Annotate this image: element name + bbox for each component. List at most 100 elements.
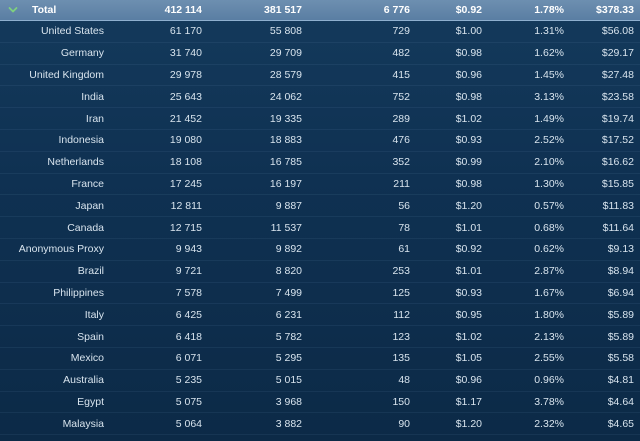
value-cell-col3: 729 <box>308 20 416 43</box>
table-row[interactable]: United Kingdom 29 978 28 579 415 $0.96 1.45% $… <box>0 64 640 87</box>
value-cell-col6: $5.89 <box>570 303 640 327</box>
value-cell-col3: 150 <box>308 391 416 414</box>
value-cell-col2: 5 782 <box>208 325 308 348</box>
table-row[interactable]: Malaysia 5 064 3 882 90 $1.20 2.32% $4.65 <box>0 412 640 436</box>
value-cell-col4: $1.00 <box>416 20 488 43</box>
value-cell-col2: 3 882 <box>208 412 308 436</box>
value-cell-col2: 16 197 <box>208 173 308 196</box>
value-cell-col1: 7 578 <box>108 282 208 305</box>
value-cell-col1: 29 978 <box>108 64 208 87</box>
country-name-cell: Canada <box>0 216 108 239</box>
value-cell-col5: 1.19% <box>488 434 570 441</box>
value-cell-col1: 31 740 <box>108 42 208 65</box>
value-cell-col2: 24 062 <box>208 85 308 109</box>
table-row[interactable]: Indonesia 19 080 18 883 476 $0.93 2.52% $17.52 <box>0 129 640 152</box>
value-cell-col4: $0.96 <box>416 369 488 392</box>
value-cell-col6: $56.08 <box>570 20 640 43</box>
value-cell-col4: $0.92 <box>416 238 488 261</box>
value-cell-col2: 3 968 <box>208 391 308 414</box>
value-cell-col3: 78 <box>308 216 416 239</box>
value-cell-col6: $27.48 <box>570 64 640 87</box>
value-cell-col6: $6.94 <box>570 282 640 305</box>
value-cell-col5: 1.45% <box>488 64 570 87</box>
table-row[interactable]: Singapore4 7704 38152$1.001.19%$4.39 <box>0 434 640 441</box>
value-cell-col2: 29 709 <box>208 42 308 65</box>
value-cell-col5: 1.67% <box>488 282 570 305</box>
chevron-down-icon[interactable] <box>8 5 18 15</box>
value-cell-col1: 6 425 <box>108 303 208 327</box>
total-col6: $378.33 <box>570 0 640 21</box>
total-col1: 412 114 <box>108 0 208 21</box>
value-cell-col4: $1.17 <box>416 391 488 414</box>
value-cell-col1: 5 064 <box>108 412 208 436</box>
value-cell-col5: 2.52% <box>488 129 570 152</box>
country-name-cell: Anonymous Proxy <box>0 238 108 261</box>
value-cell-col6: $29.17 <box>570 42 640 65</box>
country-name-cell: Mexico <box>0 347 108 370</box>
value-cell-col2: 19 335 <box>208 107 308 130</box>
total-label-cell[interactable]: Total <box>0 0 108 21</box>
value-cell-col1: 5 235 <box>108 369 208 392</box>
value-cell-col5: 2.13% <box>488 325 570 348</box>
table-row[interactable]: France 17 245 16 197 211 $0.98 1.30% $15.85 <box>0 173 640 196</box>
value-cell-col3: 289 <box>308 107 416 130</box>
table-row[interactable]: Anonymous Proxy 9 943 9 892 61 $0.92 0.62% $9.… <box>0 238 640 261</box>
country-name-cell: Singapore <box>0 434 108 441</box>
value-cell-col1: 19 080 <box>108 129 208 152</box>
table-row[interactable]: Spain 6 418 5 782 123 $1.02 2.13% $5.89 <box>0 325 640 348</box>
value-cell-col4: $1.00 <box>416 434 488 441</box>
value-cell-col5: 1.49% <box>488 107 570 130</box>
value-cell-col3: 125 <box>308 282 416 305</box>
table-row[interactable]: Canada 12 715 11 537 78 $1.01 0.68% $11.64 <box>0 216 640 239</box>
country-name-cell: United States <box>0 20 108 43</box>
table-row[interactable]: Egypt 5 075 3 968 150 $1.17 3.78% $4.64 <box>0 391 640 414</box>
value-cell-col4: $0.98 <box>416 85 488 109</box>
value-cell-col4: $0.96 <box>416 64 488 87</box>
value-cell-col6: $11.64 <box>570 216 640 239</box>
value-cell-col5: 2.10% <box>488 151 570 174</box>
value-cell-col3: 415 <box>308 64 416 87</box>
table-row[interactable]: Italy 6 425 6 231 112 $0.95 1.80% $5.89 <box>0 303 640 327</box>
value-cell-col2: 5 015 <box>208 369 308 392</box>
total-label: Total <box>32 4 57 16</box>
value-cell-col4: $0.93 <box>416 129 488 152</box>
value-cell-col4: $0.93 <box>416 282 488 305</box>
value-cell-col3: 352 <box>308 151 416 174</box>
table-row[interactable]: Brazil 9 721 8 820 253 $1.01 2.87% $8.94 <box>0 260 640 283</box>
value-cell-col2: 9 892 <box>208 238 308 261</box>
value-cell-col5: 1.80% <box>488 303 570 327</box>
value-cell-col6: $8.94 <box>570 260 640 283</box>
value-cell-col6: $23.58 <box>570 85 640 109</box>
value-cell-col5: 3.78% <box>488 391 570 414</box>
country-name-cell: Indonesia <box>0 129 108 152</box>
value-cell-col3: 135 <box>308 347 416 370</box>
table-row[interactable]: Philippines 7 578 7 499 125 $0.93 1.67% $6.94 <box>0 282 640 305</box>
value-cell-col1: 21 452 <box>108 107 208 130</box>
value-cell-col2: 16 785 <box>208 151 308 174</box>
country-name-cell: Brazil <box>0 260 108 283</box>
table-row[interactable]: Iran 21 452 19 335 289 $1.02 1.49% $19.74 <box>0 107 640 130</box>
value-cell-col6: $4.65 <box>570 412 640 436</box>
table-row[interactable]: United States 61 170 55 808 729 $1.00 1.31% $5… <box>0 20 640 43</box>
value-cell-col5: 1.31% <box>488 20 570 43</box>
value-cell-col2: 18 883 <box>208 129 308 152</box>
total-row[interactable]: Total 412 114 381 517 6 776 $0.92 1.78% … <box>0 0 640 21</box>
table-row[interactable]: Mexico 6 071 5 295 135 $1.05 2.55% $5.58 <box>0 347 640 370</box>
value-cell-col1: 4 770 <box>108 434 208 441</box>
country-stats-table: Total 412 114 381 517 6 776 $0.92 1.78% … <box>0 0 640 441</box>
table-row[interactable]: Germany 31 740 29 709 482 $0.98 1.62% $29.17 <box>0 42 640 65</box>
value-cell-col4: $1.02 <box>416 325 488 348</box>
value-cell-col5: 0.68% <box>488 216 570 239</box>
value-cell-col6: $4.64 <box>570 391 640 414</box>
value-cell-col3: 482 <box>308 42 416 65</box>
total-col5: 1.78% <box>488 0 570 21</box>
value-cell-col1: 6 071 <box>108 347 208 370</box>
value-cell-col1: 9 943 <box>108 238 208 261</box>
table-row[interactable]: Australia 5 235 5 015 48 $0.96 0.96% $4.81 <box>0 369 640 392</box>
value-cell-col6: $5.89 <box>570 325 640 348</box>
table-row[interactable]: Netherlands 18 108 16 785 352 $0.99 2.10% $16.… <box>0 151 640 174</box>
table-row[interactable]: India 25 643 24 062 752 $0.98 3.13% $23.58 <box>0 85 640 109</box>
value-cell-col2: 28 579 <box>208 64 308 87</box>
table-row[interactable]: Japan 12 811 9 887 56 $1.20 0.57% $11.83 <box>0 194 640 218</box>
value-cell-col5: 2.55% <box>488 347 570 370</box>
